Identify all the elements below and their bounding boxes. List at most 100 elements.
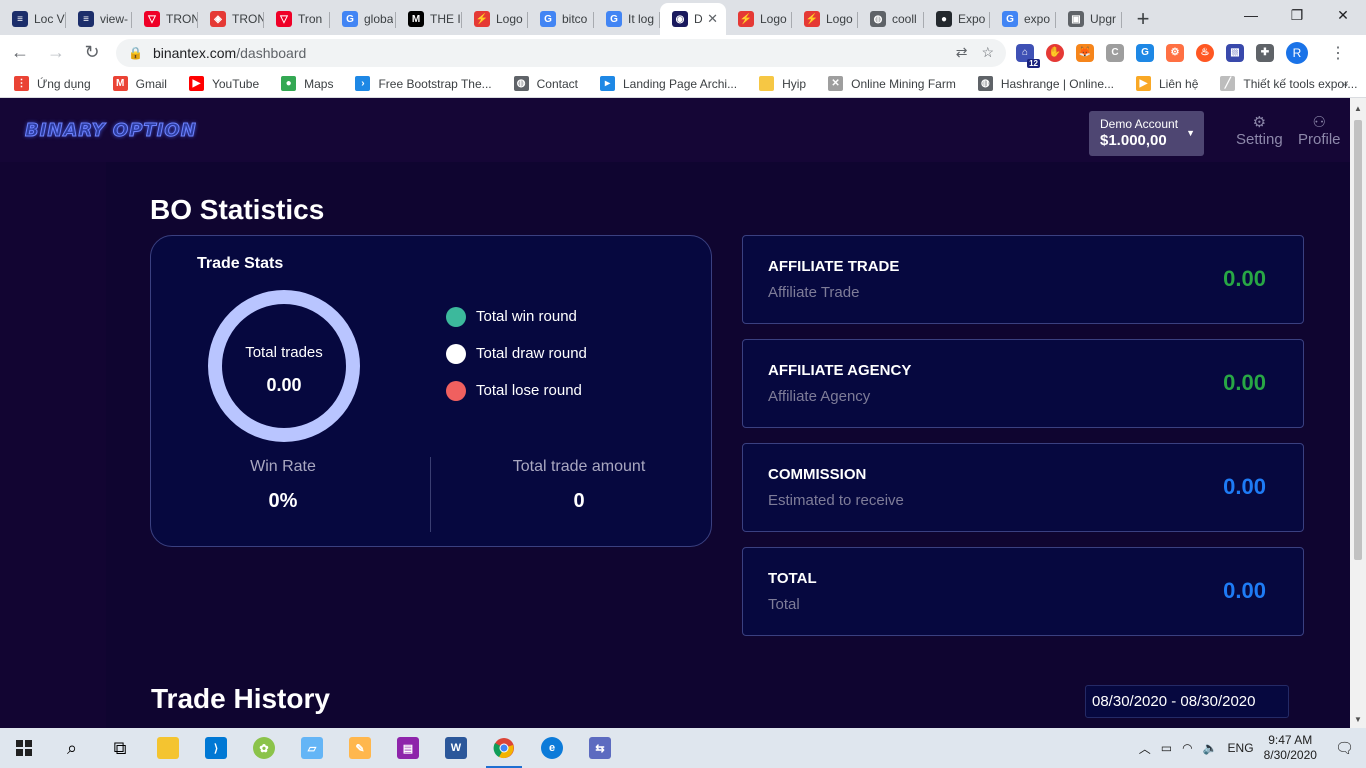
bookmark-item[interactable]: ▸ Landing Page Archi... — [600, 76, 737, 91]
tab-title: Logo — [760, 12, 787, 26]
browser-tab[interactable]: ≡ Loc V — [0, 3, 66, 35]
vscode-icon[interactable]: ⟩ — [192, 728, 240, 768]
metamask-icon[interactable]: 🦊 — [1076, 43, 1094, 62]
google-translate-icon[interactable]: G — [1136, 43, 1154, 62]
page-scrollbar[interactable]: ▲ ▼ — [1350, 98, 1366, 728]
extension-icon[interactable]: ⌂ 12 — [1016, 43, 1040, 68]
tray-chevron-up-icon[interactable]: ︿ — [1139, 740, 1151, 757]
winrar-icon[interactable]: ▤ — [384, 728, 432, 768]
adblock-icon[interactable]: ✋ — [1046, 43, 1064, 62]
notification-icon[interactable]: 🗨 — [1335, 739, 1354, 757]
extension-c-icon[interactable]: C — [1106, 43, 1124, 62]
volume-icon[interactable]: 🔈 — [1203, 741, 1218, 755]
bookmark-item[interactable]: ● Maps — [281, 76, 333, 91]
trade-amount-label: Total trade amount — [512, 458, 646, 475]
edge-icon[interactable]: e — [528, 728, 576, 768]
browser-tab[interactable]: Gexpo — [990, 3, 1056, 35]
demo-account-dropdown[interactable]: Demo Account $1.000,00 ▼ — [1089, 111, 1204, 156]
search-icon[interactable]: ⌕ — [48, 728, 96, 768]
browser-tab[interactable]: ◈ TRON — [198, 3, 264, 35]
win-rate-value: 0% — [268, 490, 298, 512]
reload-icon[interactable]: ↻ — [76, 37, 108, 69]
browser-tab[interactable]: ⚡ Logo — [792, 3, 858, 35]
tab-favicon-icon: ⚡ — [804, 11, 820, 27]
tab-title: expo — [1024, 12, 1051, 26]
bookmark-item[interactable]: ✕ Online Mining Farm — [828, 76, 956, 91]
bookmark-item[interactable]: M Gmail — [112, 76, 167, 91]
extensions-puzzle-icon[interactable]: ✚ — [1256, 43, 1274, 62]
browser-tab[interactable]: ▽ TRON — [132, 3, 198, 35]
forward-icon[interactable]: → — [40, 37, 72, 69]
scroll-down-icon[interactable]: ▼ — [1354, 715, 1362, 724]
windows-start-icon[interactable] — [0, 728, 48, 768]
bookmark-item[interactable]: ◍ Contact — [513, 76, 578, 91]
card-value: 0.00 — [1223, 578, 1266, 603]
browser-tab[interactable]: Gbitco — [528, 3, 594, 35]
extension-share-icon[interactable]: ⚙ — [1166, 43, 1184, 62]
minimize-icon[interactable]: — — [1228, 0, 1274, 30]
extension-screen-icon[interactable]: ▧ — [1226, 43, 1244, 62]
browser-tab[interactable]: G It log — [594, 3, 660, 35]
bookmark-item[interactable]: ⋮ Ứng dụng — [14, 76, 91, 91]
bookmark-item[interactable]: ▶ YouTube — [188, 76, 260, 91]
tab-title: bitco — [562, 12, 588, 26]
address-bar[interactable]: 🔒 binantex.com/dashboard ⇄ ☆ — [116, 38, 1006, 67]
app-green-icon[interactable]: ✿ — [240, 728, 288, 768]
tab-title: THE I — [430, 12, 461, 26]
network-app-icon[interactable]: ⇆ — [576, 728, 624, 768]
browser-tab[interactable]: ≡ view- — [66, 3, 132, 35]
binary-option-logo[interactable]: BINARY OPTION — [25, 120, 197, 142]
new-tab-button[interactable]: + — [1128, 3, 1158, 35]
tab-active[interactable]: ◉ D ✕ — [660, 3, 726, 35]
browser-tab[interactable]: Ggloba — [330, 3, 396, 35]
bookmark-label: YouTube — [211, 76, 260, 91]
windows-taskbar: ⌕ ⧉ ⟩ ✿ ▱ ✎ ▤ W e ⇆ ︿ ▭ ◠ 🔈 ENG 9:47 AM … — [0, 728, 1366, 768]
browser-tab[interactable]: ▽ Tron — [264, 3, 330, 35]
bookmark-star-icon[interactable]: ☆ — [981, 44, 994, 61]
bookmark-item[interactable]: ◍ Hashrange | Online... — [977, 76, 1114, 91]
back-icon[interactable]: ← — [4, 37, 36, 69]
language-indicator[interactable]: ENG — [1228, 741, 1254, 755]
chrome-icon[interactable] — [480, 728, 528, 768]
clock[interactable]: 9:47 AM 8/30/2020 — [1264, 733, 1317, 763]
tab-title: cooll — [892, 12, 917, 26]
extensions-area: ⌂ 12 ✋ 🦊 C G ⚙ ♨ ▧ ✚ R ⋮ — [1016, 41, 1346, 68]
translate-icon[interactable]: ⇄ — [956, 44, 968, 61]
bookmark-item[interactable]: › Free Bootstrap The... — [355, 76, 492, 91]
contact-icon: ▶ — [1136, 76, 1151, 91]
chrome-menu-icon[interactable]: ⋮ — [1330, 43, 1346, 63]
word-icon[interactable]: W — [432, 728, 480, 768]
bookmark-label: Hyip — [782, 76, 807, 91]
file-explorer-icon[interactable] — [144, 728, 192, 768]
scrollbar-thumb[interactable] — [1354, 120, 1362, 560]
profile-button[interactable]: ⚇ Profile — [1298, 115, 1341, 149]
browser-tab[interactable]: ⚡ Logo — [726, 3, 792, 35]
close-window-icon[interactable]: ✕ — [1320, 0, 1366, 30]
browser-tab[interactable]: M THE I — [396, 3, 462, 35]
bookmark-label: Maps — [304, 76, 334, 91]
setting-button[interactable]: ⚙ Setting — [1236, 115, 1283, 149]
browser-tab[interactable]: ▣ Upgr — [1056, 3, 1122, 35]
globe-icon: ◍ — [513, 76, 529, 91]
scroll-up-icon[interactable]: ▲ — [1354, 104, 1362, 113]
tab-title: globa — [364, 12, 394, 26]
bookmark-label: Landing Page Archi... — [623, 76, 738, 91]
browser-tab[interactable]: ⚡ Logo — [462, 3, 528, 35]
bookmark-item[interactable]: ▶ Liên hệ — [1136, 76, 1198, 91]
task-view-icon[interactable]: ⧉ — [96, 728, 144, 768]
wifi-icon[interactable]: ◠ — [1182, 741, 1192, 755]
maximize-icon[interactable]: ❐ — [1274, 0, 1320, 30]
app-blue-icon[interactable]: ▱ — [288, 728, 336, 768]
close-tab-icon[interactable]: ✕ — [707, 11, 718, 27]
date-range-picker[interactable]: 08/30/2020 - 08/30/2020 — [1085, 685, 1289, 718]
paint-icon[interactable]: ✎ — [336, 728, 384, 768]
bookmark-item[interactable]: Hyip — [759, 76, 806, 91]
battery-icon[interactable]: ▭ — [1161, 741, 1172, 755]
browser-tab[interactable]: ◍ cooll — [858, 3, 924, 35]
extension-fire-icon[interactable]: ♨ — [1196, 43, 1214, 62]
profile-avatar[interactable]: R — [1286, 41, 1308, 64]
bookmark-item[interactable]: ╱ Thiết kế tools expor... — [1220, 76, 1357, 91]
bookmarks-more-icon[interactable]: » — [1341, 77, 1348, 91]
browser-tab[interactable]: ● Expo — [924, 3, 990, 35]
lock-icon: 🔒 — [128, 45, 143, 60]
